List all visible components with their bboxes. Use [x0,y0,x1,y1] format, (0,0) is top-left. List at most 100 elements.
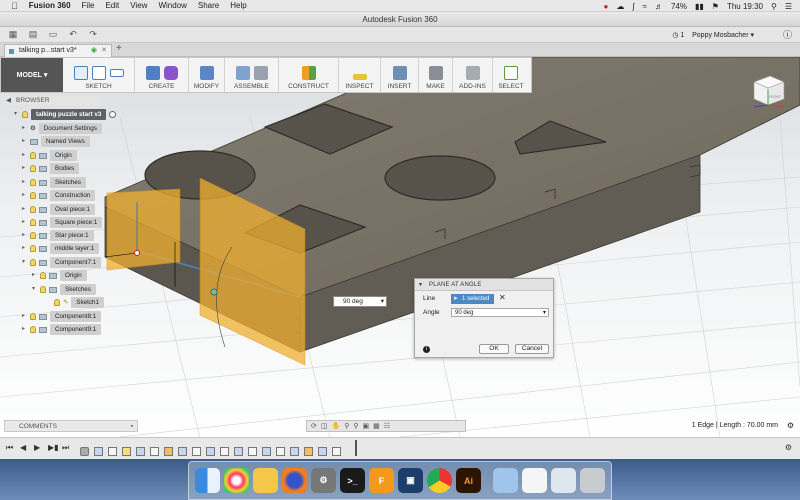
tree-item[interactable]: ▸ Star piece:1 [22,230,94,241]
timeline-feature[interactable] [248,447,257,456]
volume-icon[interactable]: ♬ [655,2,663,11]
measure-icon[interactable] [352,74,367,80]
folder-icon[interactable] [493,468,518,493]
timeline-feature[interactable] [276,447,285,456]
orbit-icon[interactable]: ⟳ [311,422,317,430]
visibility-bulb-icon[interactable] [22,111,28,118]
help-icon[interactable]: ⓘ [783,28,792,41]
timeline-feature[interactable] [290,447,299,456]
ribbon-group-make[interactable]: MAKE [419,58,453,92]
menu-view[interactable]: View [130,1,147,10]
apple-icon[interactable]:  [11,1,18,11]
trash-icon[interactable] [580,468,605,493]
cloud-icon[interactable]: ☁ [616,2,624,11]
angle-input[interactable]: 90 deg ▾ [451,308,549,317]
bluetooth-icon[interactable]: ∫ [632,2,634,11]
terminal-icon[interactable]: >_ [340,468,365,493]
notification-center-icon[interactable]: ☰ [785,2,792,11]
press-pull-icon[interactable] [199,66,214,80]
user-menu[interactable]: ◷ 1 Poppy Mosbacher ▾ [672,31,754,39]
timeline-feature[interactable] [80,447,89,456]
ribbon-group-insert[interactable]: INSERT [381,58,419,92]
clock-history-icon[interactable]: ◷ [672,32,678,39]
cancel-button[interactable]: Cancel [515,344,549,354]
form-icon[interactable] [163,66,178,80]
zoom-icon[interactable]: ⚲ [344,422,349,430]
status-menu-icon[interactable]: ● [604,2,609,11]
ribbon-group-inspect[interactable]: INSPECT [339,58,381,92]
timeline-feature[interactable] [220,447,229,456]
ribbon-group-assemble[interactable]: ASSEMBLE [225,58,279,92]
timeline-feature[interactable] [304,447,313,456]
expand-icon[interactable]: ▾ [14,109,22,120]
timeline-feature[interactable] [206,447,215,456]
tree-item[interactable]: ▾ Component7:1 [22,257,102,268]
info-icon[interactable]: i [423,346,430,353]
look-at-icon[interactable]: ◫ [321,422,328,430]
step-forward-icon[interactable]: ▶▮ [48,443,59,452]
timeline-feature[interactable] [318,447,327,456]
visibility-bulb-icon[interactable] [30,192,36,199]
visibility-bulb-icon[interactable] [30,219,36,226]
status-settings-icon[interactable]: ⚙ [787,421,794,430]
collapse-browser-icon[interactable]: ◀ [6,96,11,106]
timeline-feature[interactable] [192,447,201,456]
tree-item[interactable]: ▸ middle layer:1 [22,243,100,254]
canvas-viewport[interactable] [0,57,800,437]
timeline-feature[interactable] [108,447,117,456]
fusion360-icon[interactable]: F [369,468,394,493]
timeline-feature[interactable] [178,447,187,456]
go-to-start-icon[interactable]: ⏮ [6,443,13,453]
timeline-feature[interactable] [94,447,103,456]
close-tab-icon[interactable]: ✕ [101,45,107,57]
file-menu-icon[interactable]: ▤ [26,29,40,41]
workspace-switcher[interactable]: MODEL ▾ [1,58,63,92]
flag-icon[interactable]: ⚑ [712,2,719,11]
tree-item[interactable]: ▸ Oval piece:1 [22,204,96,215]
menu-share[interactable]: Share [198,1,219,10]
new-component-icon[interactable] [235,66,250,80]
screenshot-icon[interactable]: ▣ [398,468,423,493]
comments-panel[interactable]: COMMENTS ▪ [4,420,138,432]
joint-icon[interactable] [253,66,268,80]
visibility-bulb-icon[interactable] [30,206,36,213]
grid-settings-icon[interactable]: ▦ [373,422,380,430]
timeline-feature[interactable] [150,447,159,456]
search-icon[interactable]: ⚲ [771,2,777,11]
tree-item[interactable]: ▸ Origin [32,270,87,281]
undo-icon[interactable]: ↶ [66,29,80,41]
finder-icon[interactable] [195,468,220,493]
clear-selection-icon[interactable]: ✕ [499,293,506,302]
3d-print-icon[interactable] [428,66,443,80]
battery-percent[interactable]: 74% [671,2,687,11]
document-icon[interactable] [522,468,547,493]
preview-icon[interactable] [551,468,576,493]
tree-item[interactable]: ▸ Bodies [22,163,80,174]
expand-comments-icon[interactable]: ▪ [131,421,133,432]
dialog-header[interactable]: ▾ PLANE AT ANGLE [415,279,553,291]
visibility-bulb-icon[interactable] [30,152,36,159]
visibility-bulb-icon[interactable] [30,326,36,333]
ribbon-group-modify[interactable]: MODIFY [189,58,225,92]
visibility-bulb-icon[interactable] [30,259,36,266]
timeline-marker[interactable] [355,440,357,456]
chevron-down-icon[interactable]: ▾ [543,309,546,317]
tree-item[interactable]: ▸ Component9:1 [22,324,102,335]
redo-icon[interactable]: ↷ [86,29,100,41]
system-prefs-icon[interactable]: ⚙ [311,468,336,493]
clock[interactable]: Thu 19:30 [727,2,763,11]
sketch-icon[interactable] [73,66,88,80]
tree-item[interactable]: ▸ Named Views [22,136,90,147]
tree-item[interactable]: ▸ ⚙ Document Settings [22,123,102,134]
save-icon[interactable]: ▭ [46,29,60,41]
pan-icon[interactable]: ✋ [332,422,341,430]
visibility-bulb-icon[interactable] [30,232,36,239]
wifi-icon[interactable]: ≈ [643,2,647,11]
menu-app-name[interactable]: Fusion 360 [29,1,71,10]
fit-icon[interactable]: ⚲ [353,422,358,430]
line-selection-button[interactable]: ➤ 1 selected [451,294,494,304]
tree-item[interactable]: ▸ Sketches [22,177,86,188]
tree-item[interactable]: ▸ Construction [22,190,96,201]
visibility-bulb-icon[interactable] [54,299,60,306]
ribbon-group-addins[interactable]: ADD-INS [453,58,493,92]
